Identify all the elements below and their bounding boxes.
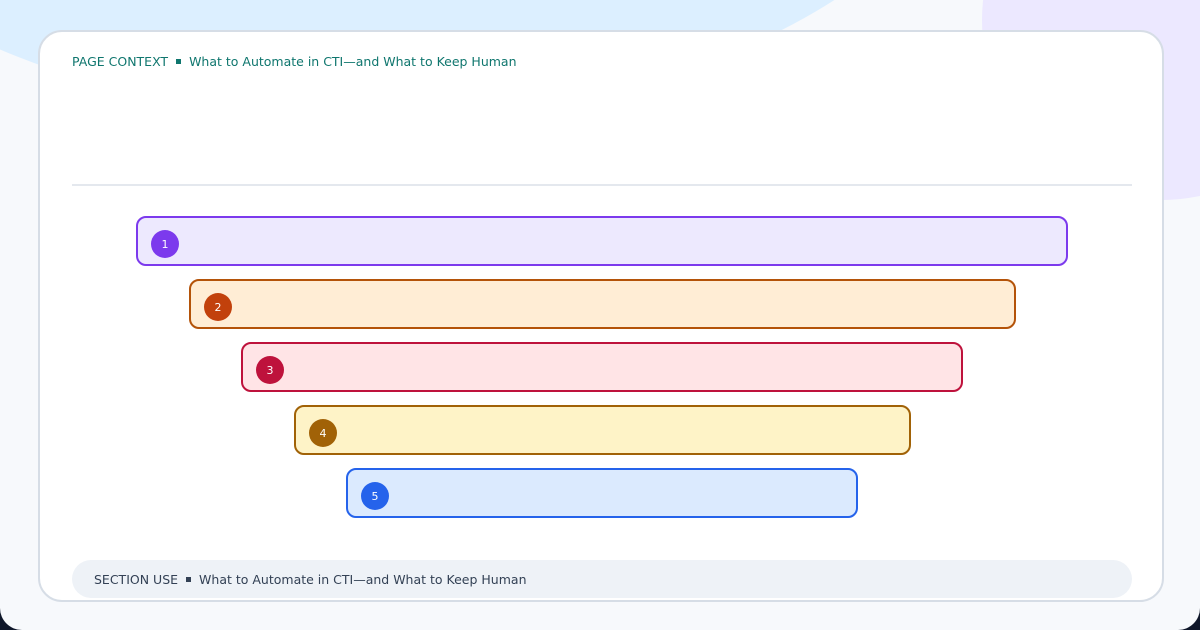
header-divider (72, 184, 1132, 186)
stage-number-badge: 3 (256, 356, 284, 384)
funnel-stage-2: 2 (189, 279, 1016, 329)
section-use-bar: SECTION USE What to Automate in CTI—and … (72, 560, 1132, 598)
stage-number-badge: 2 (204, 293, 232, 321)
stage-number-badge: 1 (151, 230, 179, 258)
content-card: PAGE CONTEXT What to Automate in CTI—and… (38, 30, 1164, 602)
stage-number-badge: 5 (361, 482, 389, 510)
stage-number-badge: 4 (309, 419, 337, 447)
page-context-title: What to Automate in CTI—and What to Keep… (189, 53, 517, 69)
separator-dot (176, 58, 182, 64)
section-use-title: What to Automate in CTI—and What to Keep… (199, 571, 527, 587)
page-background: PAGE CONTEXT What to Automate in CTI—and… (0, 0, 1200, 630)
page-context: PAGE CONTEXT What to Automate in CTI—and… (72, 51, 517, 71)
funnel-stage-3: 3 (241, 342, 963, 392)
funnel-stage-5: 5 (346, 468, 858, 518)
section-use-label: SECTION USE (94, 571, 179, 587)
funnel-stage-1: 1 (136, 216, 1068, 266)
separator-dot (186, 576, 192, 582)
page-context-label: PAGE CONTEXT (72, 53, 169, 69)
funnel-stage-4: 4 (294, 405, 911, 455)
